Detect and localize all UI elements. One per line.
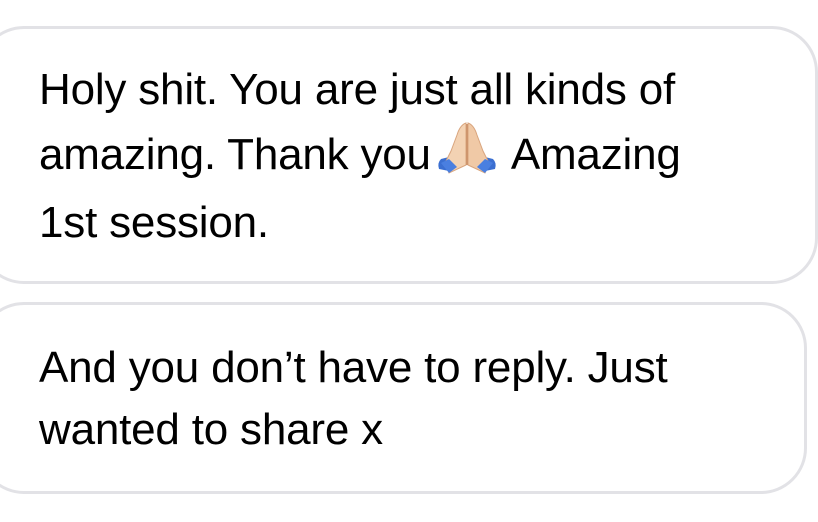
message-line: Holy shit. You are just all kinds of <box>39 65 676 114</box>
folded-hands-icon <box>435 121 499 192</box>
message-bubble[interactable]: And you don’t have to reply. Just wanted… <box>0 302 807 494</box>
message-line: amazing. Thank you Amazing <box>39 121 775 192</box>
message-text: amazing. Thank you <box>39 130 431 179</box>
message-line: And you don’t have to reply. Just <box>39 343 668 392</box>
message-bubble[interactable]: Holy shit. You are just all kinds of ama… <box>0 26 818 284</box>
message-line: wanted to share x <box>39 405 383 454</box>
message-line: 1st session. <box>39 198 269 247</box>
message-thread: Holy shit. You are just all kinds of ama… <box>0 0 818 522</box>
message-text: Amazing <box>510 130 681 179</box>
